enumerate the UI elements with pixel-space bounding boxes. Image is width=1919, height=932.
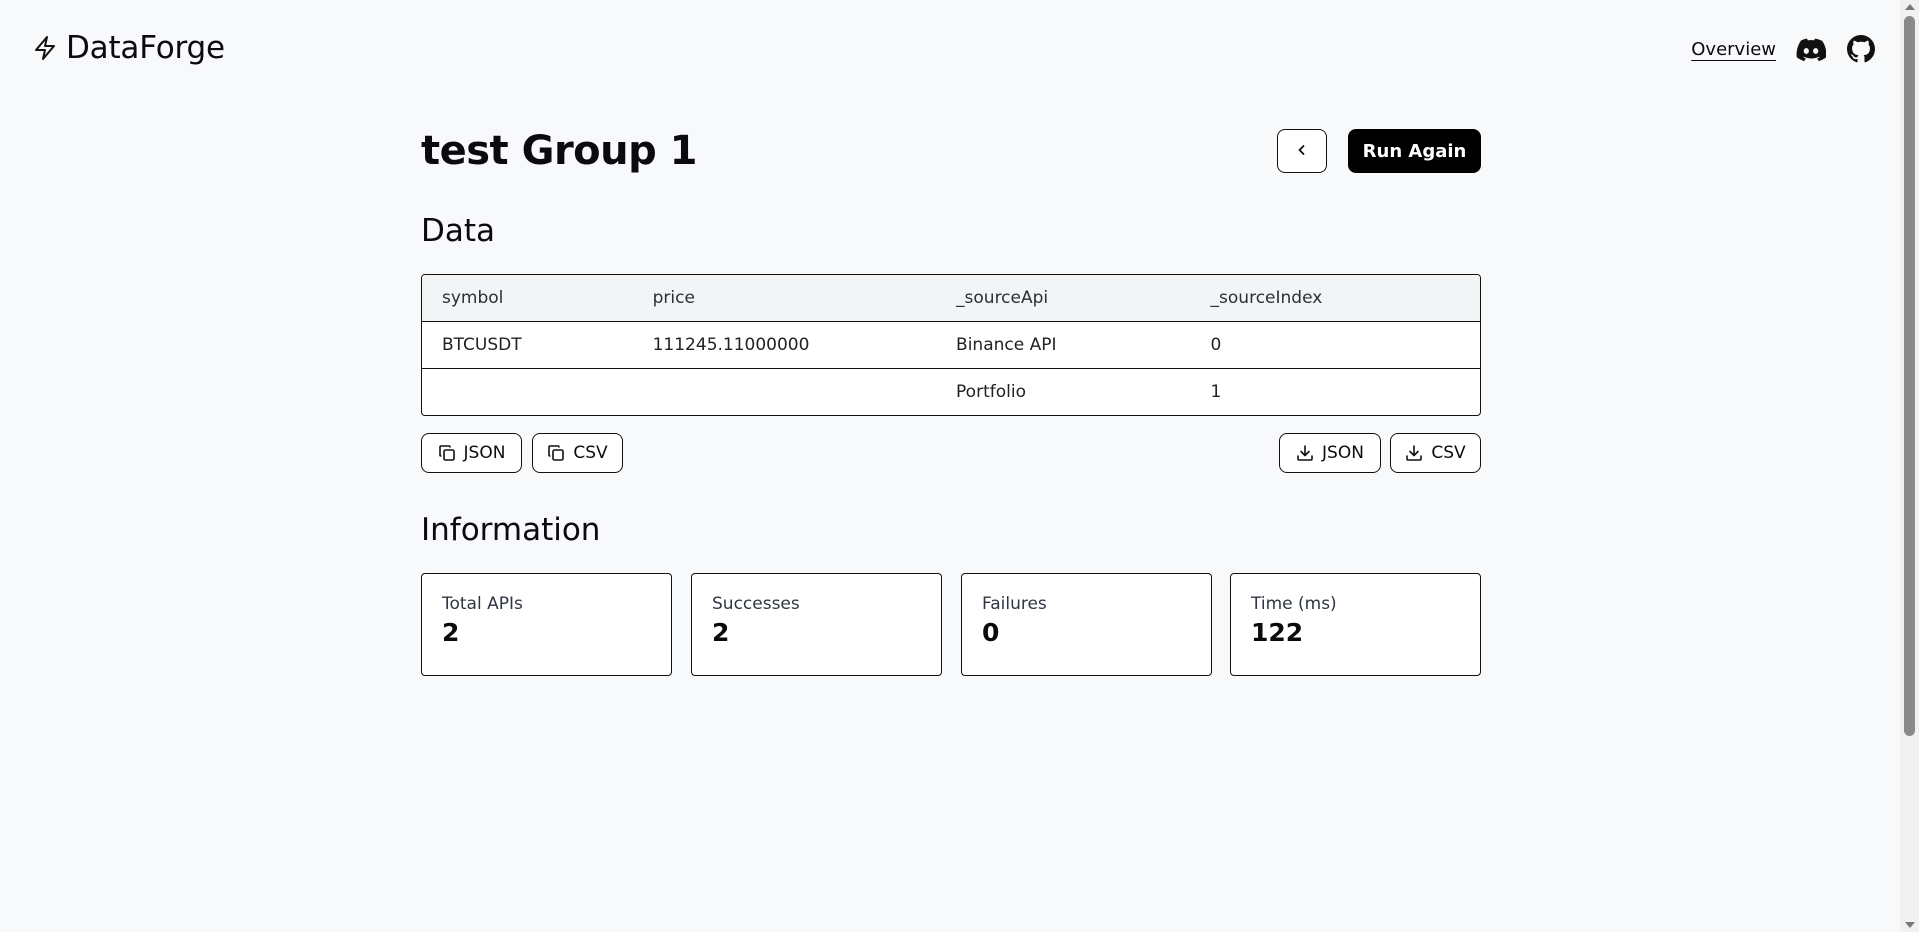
column-header-source-api[interactable]: _sourceApi — [936, 288, 1191, 308]
data-section-title: Data — [421, 213, 496, 249]
chevron-left-icon — [1295, 142, 1309, 161]
table-cell: 1 — [1210, 382, 1222, 402]
data-actions: JSON CSV JSON CSV — [421, 433, 1481, 473]
table-cell: BTCUSDT — [442, 335, 522, 355]
table-row: Portfolio 1 — [422, 368, 1480, 415]
stat-value: 0 — [982, 618, 1000, 647]
run-again-button[interactable]: Run Again — [1348, 129, 1481, 173]
stat-card-successes: Successes 2 — [691, 573, 942, 676]
download-csv-label: CSV — [1431, 443, 1466, 463]
stat-value: 2 — [712, 618, 730, 647]
stat-label: Total APIs — [442, 594, 523, 614]
lightning-icon — [32, 35, 58, 61]
main-content: test Group 1 Run Again Data symbol price… — [421, 128, 1481, 676]
page-title: test Group 1 — [421, 128, 698, 174]
data-table: symbol price _sourceApi _sourceIndex BTC… — [421, 274, 1481, 416]
copy-icon — [438, 444, 456, 462]
column-header-price[interactable]: price — [633, 288, 936, 308]
stat-value: 122 — [1251, 618, 1304, 647]
scrollbar-thumb[interactable] — [1904, 16, 1915, 736]
top-bar: DataForge Overview — [0, 0, 1900, 100]
logo[interactable]: DataForge — [32, 30, 225, 66]
table-cell: Binance API — [956, 335, 1057, 355]
table-header-row: symbol price _sourceApi _sourceIndex — [422, 275, 1480, 321]
back-button[interactable] — [1277, 129, 1327, 173]
stat-card-failures: Failures 0 — [961, 573, 1212, 676]
github-icon[interactable] — [1846, 34, 1876, 64]
download-icon — [1296, 444, 1314, 462]
nav-bar: Overview — [1691, 34, 1876, 64]
download-json-label: JSON — [1322, 443, 1364, 463]
stat-label: Failures — [982, 594, 1047, 614]
column-header-symbol[interactable]: symbol — [422, 288, 633, 308]
stat-label: Successes — [712, 594, 800, 614]
table-cell: Portfolio — [956, 382, 1026, 402]
copy-csv-label: CSV — [573, 443, 608, 463]
table-cell: 0 — [1210, 335, 1222, 355]
download-icon — [1405, 444, 1423, 462]
copy-icon — [547, 444, 565, 462]
column-header-source-index[interactable]: _sourceIndex — [1191, 288, 1480, 308]
stats-grid: Total APIs 2 Successes 2 Failures 0 Time… — [421, 573, 1481, 676]
logo-text: DataForge — [66, 30, 225, 66]
scroll-down-arrow-icon[interactable] — [1905, 922, 1915, 928]
download-csv-button[interactable]: CSV — [1390, 433, 1481, 473]
nav-overview-link[interactable]: Overview — [1691, 39, 1776, 60]
copy-json-label: JSON — [463, 443, 506, 463]
stat-card-total-apis: Total APIs 2 — [421, 573, 672, 676]
vertical-scrollbar[interactable] — [1900, 0, 1919, 932]
title-row: test Group 1 Run Again — [421, 128, 1481, 174]
stat-label: Time (ms) — [1251, 594, 1337, 614]
scroll-up-arrow-icon[interactable] — [1905, 4, 1915, 10]
table-cell: 111245.11000000 — [652, 335, 810, 355]
copy-csv-button[interactable]: CSV — [532, 433, 623, 473]
copy-json-button[interactable]: JSON — [421, 433, 522, 473]
stat-value: 2 — [442, 618, 460, 647]
information-section-title: Information — [421, 512, 601, 548]
stat-card-time: Time (ms) 122 — [1230, 573, 1481, 676]
table-row: BTCUSDT 111245.11000000 Binance API 0 — [422, 321, 1480, 368]
download-json-button[interactable]: JSON — [1279, 433, 1381, 473]
discord-icon[interactable] — [1796, 34, 1826, 64]
